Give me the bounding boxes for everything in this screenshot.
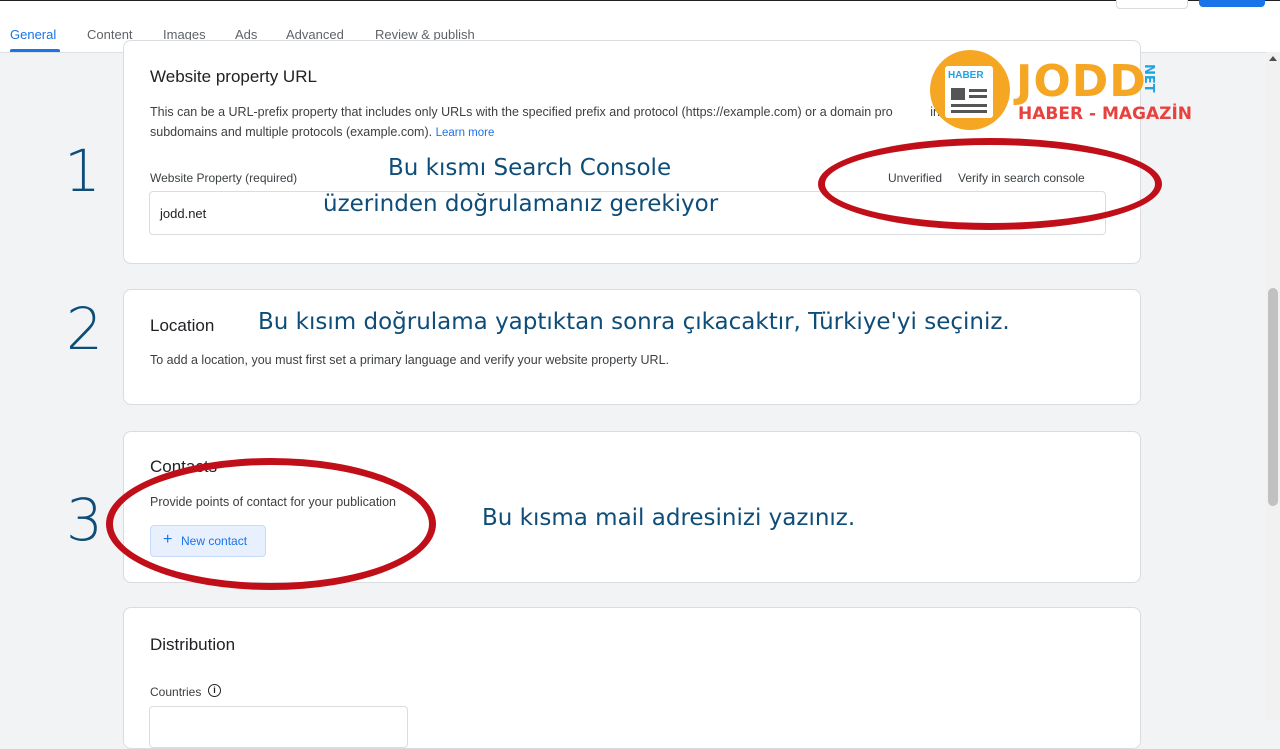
- newspaper-icon: HABER: [945, 66, 993, 118]
- annotation-note-1-line2: üzerinden doğrulamanız gerekiyor: [323, 191, 719, 217]
- learn-more-link[interactable]: Learn more: [436, 127, 495, 139]
- countries-select[interactable]: [149, 706, 408, 748]
- website-property-label: Website Property (required): [150, 171, 298, 185]
- newspaper-line: [951, 104, 987, 107]
- description-line1: This can be a URL-prefix property that i…: [150, 105, 893, 119]
- scrollbar-thumb[interactable]: [1268, 288, 1278, 506]
- logo-word: JODD: [1016, 56, 1147, 107]
- annotation-note-3: Bu kısma mail adresinizi yazınız.: [482, 505, 856, 531]
- website-property-description: This can be a URL-prefix property that i…: [150, 102, 976, 143]
- newspaper-line: [969, 95, 987, 98]
- newspaper-line: [969, 89, 987, 92]
- tab-content[interactable]: Content: [87, 27, 133, 42]
- description-line2: subdomains and multiple protocols (examp…: [150, 125, 433, 139]
- countries-label: Countries: [150, 685, 202, 699]
- step-number-1: 1: [64, 137, 101, 205]
- active-tab-indicator: [10, 49, 60, 52]
- logo-badge: HABER: [948, 70, 984, 81]
- scroll-up-arrow-icon[interactable]: [1269, 56, 1277, 61]
- tab-general[interactable]: General: [10, 27, 56, 42]
- logo-suffix: NET: [1141, 64, 1156, 93]
- location-description: To add a location, you must first set a …: [150, 353, 670, 367]
- info-icon[interactable]: i: [208, 684, 221, 697]
- website-property-title: Website property URL: [150, 67, 317, 86]
- step-number-2: 2: [66, 295, 103, 363]
- newspaper-image-block: [951, 88, 965, 100]
- step-number-3: 3: [66, 486, 103, 554]
- logo-tagline: HABER - MAGAZİN: [1018, 104, 1193, 124]
- top-app-bar: [0, 0, 1280, 19]
- annotation-note-1-line1: Bu kısmı Search Console: [388, 155, 672, 181]
- top-secondary-button[interactable]: [1116, 0, 1188, 9]
- top-primary-button[interactable]: [1199, 0, 1265, 7]
- newspaper-line: [951, 110, 987, 113]
- website-property-value: jodd.net: [160, 206, 207, 221]
- highlight-ellipse-contacts: [106, 458, 436, 590]
- location-card: [123, 289, 1141, 405]
- location-title: Location: [150, 316, 215, 335]
- distribution-title: Distribution: [150, 635, 236, 654]
- annotation-note-2: Bu kısım doğrulama yaptıktan sonra çıkac…: [258, 309, 1010, 335]
- highlight-ellipse-verify: [818, 138, 1162, 230]
